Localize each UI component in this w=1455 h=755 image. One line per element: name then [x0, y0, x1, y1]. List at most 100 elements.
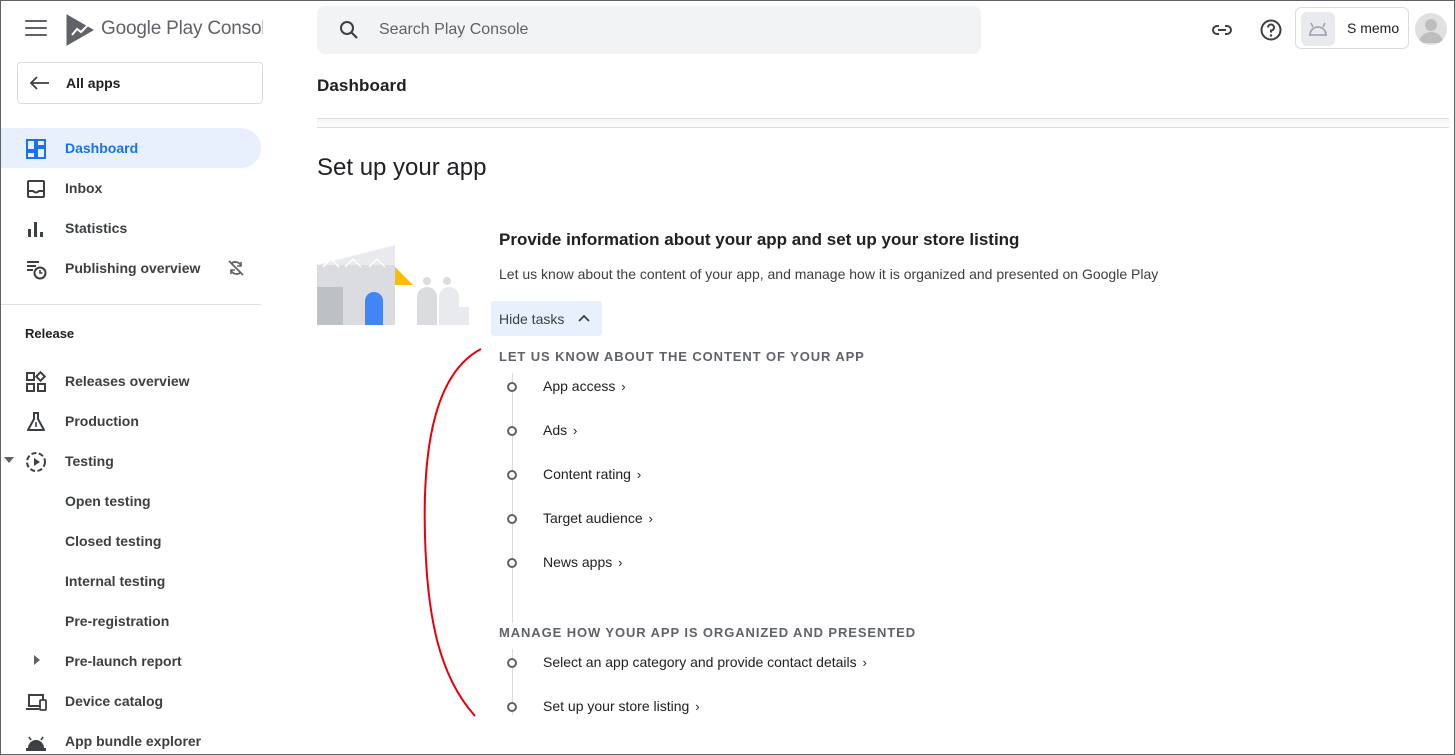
- hamburger-menu-icon[interactable]: [25, 20, 47, 38]
- arrow-back-icon: [29, 76, 49, 90]
- play-console-logo: [66, 14, 95, 46]
- sidebar-item-publishing-overview[interactable]: Publishing overview: [1, 248, 261, 288]
- task-status-dot: [507, 702, 517, 712]
- brand-console: Console: [207, 18, 263, 39]
- expand-caret-icon[interactable]: [4, 457, 14, 463]
- app-thumbnail: [1301, 12, 1335, 46]
- android-head-icon: [1309, 22, 1327, 36]
- help-icon[interactable]: [1259, 18, 1283, 42]
- android-icon: [26, 736, 46, 751]
- title-divider: [317, 118, 1449, 128]
- sidebar-item-label: Testing: [65, 453, 114, 469]
- hide-tasks-label: Hide tasks: [499, 311, 565, 327]
- sidebar-item-device-catalog[interactable]: Device catalog: [1, 681, 261, 721]
- sidebar-item-label: Pre-launch report: [65, 653, 182, 669]
- sidebar-item-label: Internal testing: [65, 573, 166, 589]
- sidebar-item-label: Publishing overview: [65, 260, 201, 276]
- task-label: Content rating: [543, 466, 631, 482]
- task-label: Select an app category and provide conta…: [543, 654, 857, 670]
- task-link[interactable]: News apps ›: [543, 554, 623, 570]
- task-link[interactable]: App access ›: [543, 378, 626, 394]
- task-status-dot: [507, 658, 517, 668]
- devices-icon: [26, 694, 47, 711]
- play-circle-dashed-icon: [26, 452, 46, 472]
- search-icon: [340, 21, 358, 39]
- chevron-right-icon: ›: [636, 467, 642, 482]
- sidebar-item-releases-overview[interactable]: Releases overview: [1, 361, 261, 401]
- sidebar-item-label: Production: [65, 413, 139, 429]
- chevron-right-icon: ›: [862, 655, 867, 670]
- task-status-dot: [507, 514, 517, 524]
- flask-icon: [27, 412, 45, 431]
- all-apps-label: All apps: [66, 75, 121, 91]
- search-input[interactable]: [379, 19, 939, 41]
- search-bar[interactable]: [317, 6, 981, 54]
- brand-bar: Google Play Console: [1, 1, 263, 59]
- sync-disabled-icon: [228, 260, 244, 276]
- app-switcher-chip[interactable]: S memo: [1295, 7, 1409, 49]
- sidebar-item-label: Releases overview: [65, 373, 190, 389]
- task-link[interactable]: Target audience ›: [543, 510, 653, 526]
- task-link[interactable]: Content rating ›: [543, 466, 641, 482]
- task-status-dot: [507, 558, 517, 568]
- brand-google-play: Google Play: [101, 18, 203, 39]
- sidebar-section-release: Release: [25, 326, 75, 341]
- sidebar: Google Play Console All apps Dashboard I…: [1, 1, 263, 755]
- app-name: S memo: [1347, 20, 1400, 36]
- sidebar-item-closed-testing[interactable]: Closed testing: [1, 521, 261, 561]
- task-label: Target audience: [543, 510, 643, 526]
- task-status-dot: [507, 382, 517, 392]
- task-link[interactable]: Select an app category and provide conta…: [543, 654, 867, 670]
- sidebar-item-label: Dashboard: [65, 140, 139, 156]
- annotation-bracket: [423, 348, 482, 717]
- chevron-right-icon: ›: [695, 699, 700, 714]
- all-apps-button[interactable]: All apps: [17, 62, 263, 104]
- task-label: Set up your store listing: [543, 698, 690, 714]
- bar-chart-icon: [28, 222, 43, 237]
- sidebar-item-label: Open testing: [65, 493, 151, 509]
- setup-card-title: Provide information about your app and s…: [499, 230, 1020, 249]
- sidebar-item-production[interactable]: Production: [1, 401, 261, 441]
- sidebar-item-dashboard[interactable]: Dashboard: [1, 128, 261, 168]
- hide-tasks-button[interactable]: Hide tasks: [491, 301, 602, 336]
- sidebar-item-label: Closed testing: [65, 533, 162, 549]
- sidebar-item-statistics[interactable]: Statistics: [1, 208, 261, 248]
- sidebar-item-label: Device catalog: [65, 693, 164, 709]
- setup-card-description: Let us know about the content of your ap…: [499, 266, 1159, 282]
- sidebar-item-pre-registration[interactable]: Pre-registration: [1, 601, 261, 641]
- task-group-content-label: LET US KNOW ABOUT THE CONTENT OF YOUR AP…: [499, 349, 865, 364]
- releases-grid-icon: [26, 371, 47, 392]
- sidebar-item-label: Pre-registration: [65, 613, 170, 629]
- sidebar-item-open-testing[interactable]: Open testing: [1, 481, 261, 521]
- task-label: App access: [543, 378, 616, 394]
- task-status-dot: [507, 470, 517, 480]
- chevron-right-icon: ›: [573, 423, 578, 438]
- chevron-up-icon: [578, 314, 590, 322]
- dashboard-icon: [26, 139, 46, 159]
- publishing-schedule-icon: [27, 261, 47, 280]
- chevron-right-icon: ›: [648, 511, 653, 526]
- chevron-right-icon: ›: [621, 379, 626, 394]
- task-group-organize-label: MANAGE HOW YOUR APP IS ORGANIZED AND PRE…: [499, 625, 916, 640]
- sidebar-item-label: App bundle explorer: [65, 733, 202, 749]
- task-link[interactable]: Ads ›: [543, 422, 577, 438]
- setup-illustration: [317, 245, 469, 325]
- task-label: News apps: [543, 554, 613, 570]
- brand-title[interactable]: Google Play Console: [101, 18, 263, 40]
- sidebar-divider: [1, 304, 261, 305]
- setup-heading: Set up your app: [317, 154, 487, 181]
- task-timeline-line: [512, 373, 513, 623]
- task-status-dot: [507, 426, 517, 436]
- sidebar-item-testing[interactable]: Testing: [1, 441, 261, 481]
- link-icon[interactable]: [1210, 18, 1234, 42]
- sidebar-item-inbox[interactable]: Inbox: [1, 168, 261, 208]
- task-link[interactable]: Set up your store listing ›: [543, 698, 700, 714]
- account-avatar[interactable]: [1415, 13, 1447, 45]
- person-icon: [1419, 19, 1443, 43]
- sidebar-item-internal-testing[interactable]: Internal testing: [1, 561, 261, 601]
- sidebar-item-pre-launch-report[interactable]: Pre-launch report: [1, 641, 261, 681]
- sidebar-item-label: Inbox: [65, 180, 103, 196]
- sidebar-item-label: Statistics: [65, 220, 128, 236]
- sidebar-item-app-bundle-explorer[interactable]: App bundle explorer: [1, 721, 261, 755]
- collapse-caret-icon[interactable]: [34, 655, 40, 665]
